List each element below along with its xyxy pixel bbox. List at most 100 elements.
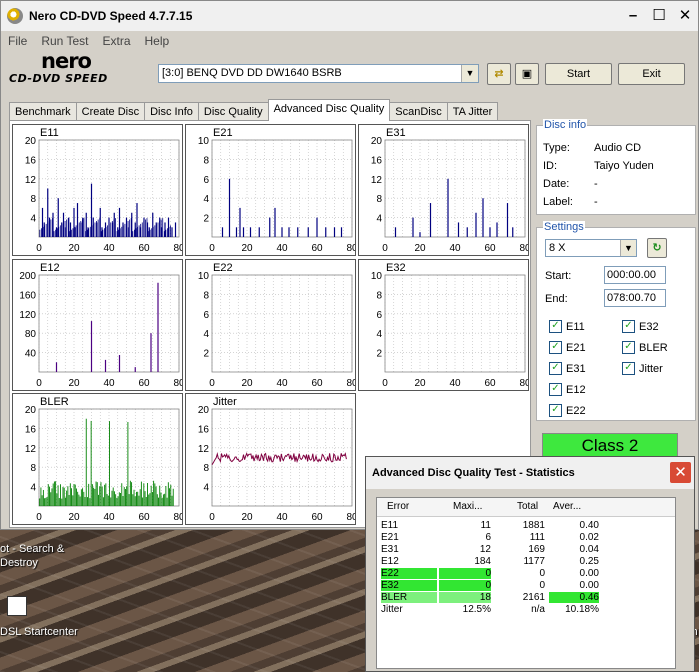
disc-swap-icon: ⇄ — [494, 68, 504, 80]
floppy-save-icon: ▣ — [521, 68, 533, 80]
table-row: E32 0 0 0.00 — [377, 580, 675, 592]
start-time-field[interactable]: 000:00.00 — [604, 266, 666, 284]
chart-bler-title: BLER — [40, 396, 69, 408]
chevron-down-icon[interactable]: ▼ — [620, 240, 636, 256]
tab-disc-info[interactable]: Disc Info — [144, 102, 199, 121]
end-time-field[interactable]: 078:00.70 — [604, 289, 666, 307]
save-button[interactable]: ▣ — [515, 63, 539, 85]
menu-extra[interactable]: Extra — [102, 34, 130, 48]
cell-error: E31 — [381, 544, 399, 555]
minimize-icon[interactable]: – — [624, 7, 642, 25]
tab-ta-jitter[interactable]: TA Jitter — [446, 102, 499, 121]
y-tick-label: 12 — [25, 175, 37, 186]
tab-disc-quality[interactable]: Disc Quality — [197, 102, 269, 121]
window-title: Nero CD-DVD Speed 4.7.7.15 — [29, 9, 193, 23]
maximize-icon[interactable]: ☐ — [650, 7, 668, 25]
check-e12[interactable]: ✓ E12 — [549, 383, 586, 396]
cell-error: E11 — [381, 520, 399, 531]
chart-e22: 2 4 6 8 10 0 20 40 60 80 E22 — [185, 259, 356, 391]
desktop-label-search[interactable]: ot - Search & — [0, 543, 64, 555]
chevron-down-icon[interactable]: ▼ — [461, 65, 478, 82]
y-tick-label: 4 — [203, 329, 209, 340]
y-tick-label: 160 — [19, 290, 36, 301]
disc-info-group: Disc info Type: Audio CD ID: Taiyo Yuden… — [536, 119, 696, 215]
col-max[interactable]: Maxi... — [453, 501, 482, 512]
close-icon[interactable]: ✕ — [676, 7, 694, 25]
checkmark-icon: ✓ — [622, 320, 635, 333]
cell-total: 1881 — [522, 520, 545, 531]
y-tick-label: 4 — [376, 329, 382, 340]
y-tick-label: 16 — [25, 155, 37, 166]
cell-error: E12 — [381, 556, 399, 567]
cell-average: 0.40 — [579, 520, 599, 531]
check-e31[interactable]: ✓ E31 — [549, 362, 586, 375]
statistics-dialog: Advanced Disc Quality Test - Statistics … — [365, 456, 695, 672]
cell-error: E21 — [381, 532, 399, 543]
end-label: End: — [545, 293, 568, 305]
menu-help[interactable]: Help — [145, 34, 170, 48]
col-total[interactable]: Total — [517, 501, 538, 512]
cell-max: 0 — [439, 580, 491, 591]
chart-e12-title: E12 — [40, 262, 60, 274]
check-jitter[interactable]: ✓ Jitter — [622, 362, 663, 375]
cell-max: 18 — [439, 592, 491, 603]
desktop-app-icon[interactable] — [7, 596, 27, 616]
tab-scandisc[interactable]: ScanDisc — [389, 102, 448, 121]
cell-average: 0.00 — [579, 580, 599, 591]
type-value: Audio CD — [594, 142, 642, 154]
chart-e11-title: E11 — [40, 127, 59, 139]
menu-file[interactable]: File — [8, 34, 27, 48]
tab-advanced-disc-quality[interactable]: Advanced Disc Quality — [267, 99, 391, 121]
checkmark-icon: ✓ — [549, 341, 562, 354]
tab-create-disc[interactable]: Create Disc — [75, 102, 146, 121]
y-tick-label: 8 — [376, 290, 382, 301]
y-tick-label: 10 — [198, 136, 210, 147]
cell-max: 6 — [485, 532, 491, 543]
x-tick-label: 20 — [241, 378, 253, 389]
desktop-label-destroy[interactable]: Destroy — [0, 557, 38, 569]
dialog-title[interactable]: Advanced Disc Quality Test - Statistics — [366, 457, 694, 489]
close-icon[interactable]: ✕ — [670, 462, 691, 483]
check-jitter-label: Jitter — [639, 362, 663, 375]
cell-max: 0 — [439, 568, 491, 579]
y-tick-label: 16 — [25, 424, 37, 435]
x-tick-label: 20 — [68, 512, 80, 523]
start-button[interactable]: Start — [545, 63, 612, 85]
check-e21[interactable]: ✓ E21 — [549, 341, 586, 354]
cell-max: 12 — [479, 544, 491, 555]
col-error[interactable]: Error — [387, 501, 409, 512]
disc-info-button[interactable]: ⇄ — [487, 63, 511, 85]
tab-benchmark[interactable]: Benchmark — [9, 102, 77, 121]
refresh-button[interactable]: ↻ — [647, 238, 667, 258]
chart-e22-title: E22 — [213, 262, 233, 274]
x-tick-label: 40 — [276, 512, 288, 523]
check-e31-label: E31 — [566, 362, 586, 375]
x-tick-label: 40 — [449, 378, 461, 389]
check-e32[interactable]: ✓ E32 — [622, 320, 659, 333]
y-tick-label: 2 — [203, 214, 209, 225]
col-average[interactable]: Aver... — [553, 501, 581, 512]
x-tick-label: 60 — [311, 378, 323, 389]
cell-max: 184 — [474, 556, 491, 567]
menu-run-test[interactable]: Run Test — [41, 34, 88, 48]
exit-button[interactable]: Exit — [618, 63, 685, 85]
x-tick-label: 20 — [68, 378, 80, 389]
chart-e31: 4 8 12 16 20 0 20 40 60 80 E31 — [358, 124, 529, 256]
x-tick-label: 40 — [103, 378, 115, 389]
title-bar[interactable]: Nero CD-DVD Speed 4.7.7.15 – ☐ ✕ — [1, 1, 698, 31]
check-e22[interactable]: ✓ E22 — [549, 404, 586, 417]
x-tick-label: 40 — [449, 243, 461, 254]
speed-select[interactable]: 8 X ▼ — [545, 239, 637, 257]
chart-e32-title: E32 — [386, 262, 406, 274]
x-tick-label: 60 — [138, 512, 150, 523]
drive-select[interactable]: [3:0] BENQ DVD DD DW1640 BSRB ▼ — [158, 64, 479, 83]
check-bler[interactable]: ✓ BLER — [622, 341, 668, 354]
check-e32-label: E32 — [639, 320, 659, 333]
x-tick-label: 80 — [519, 378, 528, 389]
x-tick-label: 80 — [346, 243, 355, 254]
y-tick-label: 4 — [203, 483, 209, 494]
desktop-label-startcenter[interactable]: DSL Startcenter — [0, 626, 78, 638]
check-e11[interactable]: ✓ E11 — [549, 320, 585, 333]
chart-e21-svg: 2 4 6 8 10 0 20 40 60 80 — [198, 136, 355, 254]
logo-nero: nero — [41, 49, 92, 73]
